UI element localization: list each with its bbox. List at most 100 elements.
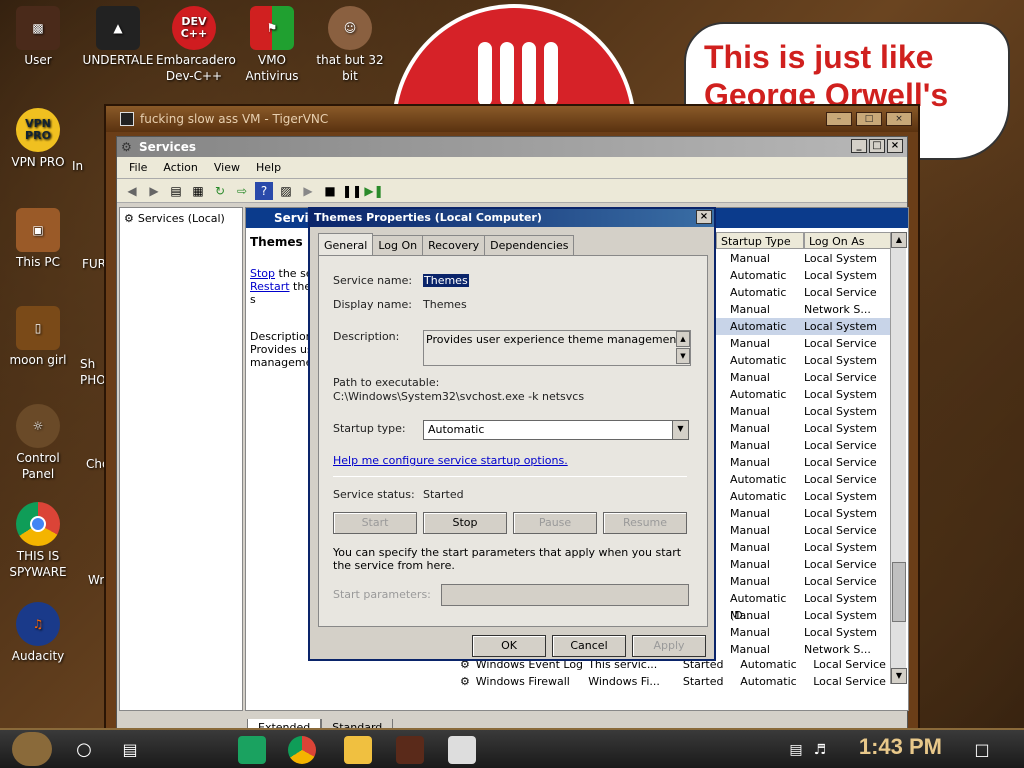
menu-view[interactable]: View [206,161,248,178]
table-row[interactable]: Manual Local Service [716,522,896,539]
desktop-icon-undertale[interactable]: ▲ UNDERTALE [80,6,156,68]
vertical-scrollbar[interactable]: ▲ ▼ [890,232,907,684]
desktop-icon-audacity[interactable]: ♫ Audacity [0,602,76,664]
column-log-on-as[interactable]: Log On As [804,232,892,249]
table-row[interactable]: Manual Network S... [716,641,896,658]
table-row[interactable]: Manual Local Service [716,556,896,573]
table-row[interactable]: Automatic Local System [716,386,896,403]
dialog-title-bar[interactable]: Themes Properties (Local Computer) × [310,209,714,227]
app-icon-sheets[interactable] [238,736,266,764]
table-row[interactable]: Automatic Local System [716,318,896,335]
tab-dependencies[interactable]: Dependencies [484,235,575,255]
forward-icon[interactable]: ▶ [145,182,163,200]
stop-service-link[interactable]: Stop [250,267,275,280]
close-icon[interactable]: × [696,210,712,224]
back-icon[interactable]: ◀ [123,182,141,200]
tab-recovery[interactable]: Recovery [422,235,486,255]
table-row[interactable]: Manual Local Service [716,437,896,454]
close-icon[interactable]: × [887,139,903,153]
tab-log-on[interactable]: Log On [372,235,424,255]
play-icon[interactable]: ▶ [299,182,317,200]
network-icon[interactable]: ▤ [786,736,806,764]
chrome-icon[interactable] [288,736,316,764]
description-box[interactable]: Provides user experience theme managemen… [423,330,691,366]
cancel-button[interactable]: Cancel [552,635,626,657]
table-row[interactable]: Manual Local System [716,250,896,267]
desktop-icon-chrome[interactable]: THIS IS SPYWARE [0,502,76,580]
pause-icon[interactable]: ❚❚ [342,182,362,200]
start-button[interactable] [12,732,52,766]
table-row[interactable]: Automatic Local Service [716,284,896,301]
start-button[interactable]: Start [333,512,417,534]
scroll-up-icon[interactable]: ▲ [676,331,690,347]
table-row[interactable]: Manual Local Service [716,369,896,386]
maximize-icon[interactable]: □ [856,112,882,126]
table-row[interactable]: Manual Local System [716,403,896,420]
cortana-icon[interactable]: ○ [70,736,98,764]
scroll-down-icon[interactable]: ▼ [891,668,907,684]
console-icon[interactable]: ▨ [277,182,295,200]
close-icon[interactable]: × [886,112,912,126]
table-row[interactable]: Manual Local Service [716,335,896,352]
table-row[interactable]: Automatic Local Service [716,471,896,488]
help-configure-link[interactable]: Help me configure service startup option… [333,454,568,467]
table-row[interactable]: Manual Network S... [716,301,896,318]
minimize-icon[interactable]: – [826,112,852,126]
restart-icon[interactable]: ▶❚ [364,182,383,200]
column-startup-type[interactable]: Startup Type [716,232,804,249]
service-name-value[interactable]: Themes [423,274,469,287]
scroll-down-icon[interactable]: ▼ [676,348,690,364]
table-row[interactable]: Manual Local System [716,539,896,556]
table-row[interactable]: Automatic Local System [716,267,896,284]
minimize-icon[interactable]: _ [851,139,867,153]
vnc-title-bar[interactable]: fucking slow ass VM - TigerVNC – □ × [106,106,918,132]
task-view-icon[interactable]: ▤ [116,736,144,764]
table-row[interactable]: Manual Local Service [716,454,896,471]
menu-help[interactable]: Help [248,161,289,178]
desktop-icon-vmo-antivirus[interactable]: ⚑ VMO Antivirus [234,6,310,84]
stop-icon[interactable]: ■ [321,182,339,200]
resume-button[interactable]: Resume [603,512,687,534]
start-parameters-input[interactable] [441,584,689,606]
desktop-icon-control-panel[interactable]: ☼ Control Panel [0,404,76,482]
desktop-icon-moon-girl[interactable]: ▯ moon girl [0,306,76,368]
notification-icon[interactable]: □ [968,736,996,764]
export-icon[interactable]: ⇨ [233,182,251,200]
volume-muted-icon[interactable]: ♬ [810,736,830,764]
chevron-down-icon[interactable]: ▼ [672,421,688,439]
desktop-icon-user[interactable]: ▩ User [0,6,76,68]
table-row[interactable]: Manual Local System [716,420,896,437]
table-row[interactable]: Automatic Local System [716,352,896,369]
table-row[interactable]: Manual Local Service [716,573,896,590]
system-clock[interactable]: 1:43 PM [859,734,942,760]
table-row[interactable]: Manual Local System [716,505,896,522]
show-tree-icon[interactable]: ▤ [167,182,185,200]
tree-item-services-local[interactable]: ⚙ Services (Local) [124,212,238,225]
table-row[interactable]: Manual Local System [716,624,896,641]
properties-icon[interactable]: ▦ [189,182,207,200]
app-icon-game[interactable] [396,736,424,764]
stop-button[interactable]: Stop [423,512,507,534]
desktop-icon-devcpp[interactable]: DEV C++ Embarcadero Dev-C++ [156,6,236,84]
maximize-icon[interactable]: □ [869,139,885,153]
menu-action[interactable]: Action [155,161,205,178]
table-row[interactable]: Manual Local System [716,607,896,624]
scroll-up-icon[interactable]: ▲ [891,232,907,248]
restart-service-link[interactable]: Restart [250,280,290,293]
desktop-icon-32bit[interactable]: ☺ that but 32 bit [312,6,388,84]
folder-icon[interactable] [344,736,372,764]
table-row[interactable]: Automatic Local System [716,488,896,505]
apply-button[interactable]: Apply [632,635,706,657]
scroll-thumb[interactable] [892,562,906,622]
pause-button[interactable]: Pause [513,512,597,534]
services-title-bar[interactable]: ⚙ Services _ □ × [117,137,907,157]
startup-type-select[interactable]: Automatic ▼ [423,420,689,440]
table-row[interactable]: ⚙ Windows Firewall Windows Fi... Started Aut… [460,675,900,692]
refresh-icon[interactable]: ↻ [211,182,229,200]
tab-general[interactable]: General [318,233,374,255]
ok-button[interactable]: OK [472,635,546,657]
table-row[interactable]: Automatic (D... Local System [716,590,896,622]
desktop-icon-this-pc[interactable]: ▣ This PC [0,208,76,270]
app-icon-tigervnc[interactable] [448,736,476,764]
desktop-icon-vpn-pro[interactable]: VPN PRO VPN PRO [0,108,76,170]
